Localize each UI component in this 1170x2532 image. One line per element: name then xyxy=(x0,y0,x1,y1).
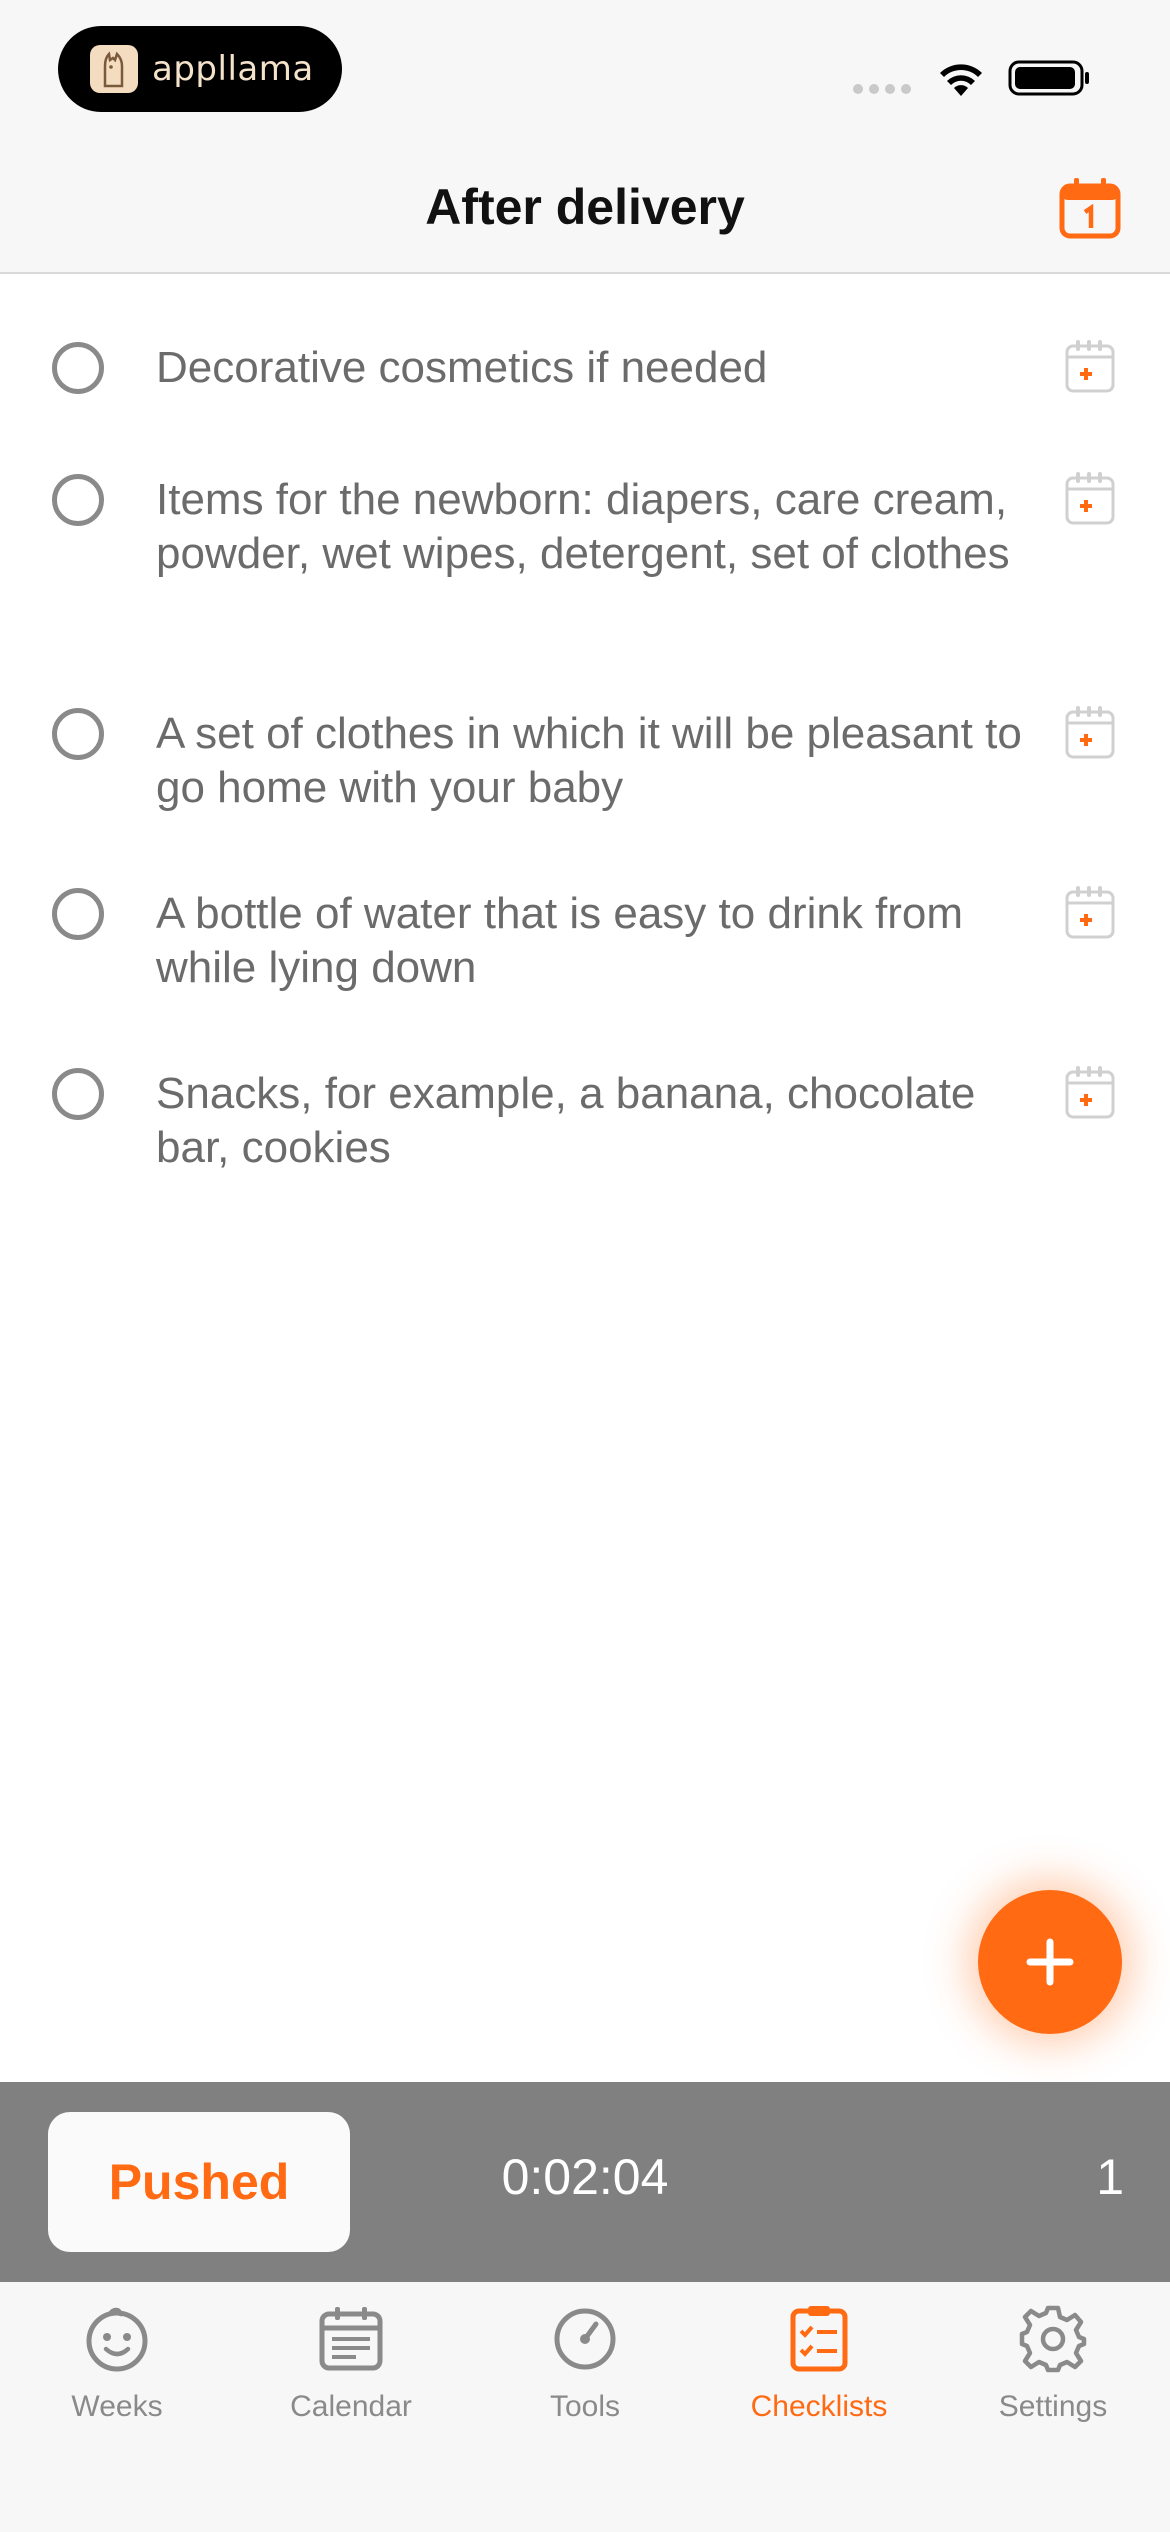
gear-icon xyxy=(1019,2305,1087,2373)
elapsed-timer: 0:02:04 xyxy=(501,2149,669,2205)
item-checkbox[interactable] xyxy=(52,708,104,760)
calendar-button[interactable] xyxy=(1058,176,1122,240)
calendar-plus-icon xyxy=(1065,472,1115,525)
item-checkbox[interactable] xyxy=(52,1068,104,1120)
tab-label: Tools xyxy=(549,2390,621,2423)
checklist-icon xyxy=(790,2306,848,2372)
add-item-button[interactable] xyxy=(978,1890,1122,2034)
calendar-plus-icon xyxy=(1065,1066,1115,1119)
tab-label: Settings xyxy=(998,2390,1108,2423)
calendar-plus-icon xyxy=(1065,340,1115,393)
cellular-signal-icon xyxy=(853,84,911,94)
add-to-calendar-button[interactable] xyxy=(1064,704,1116,760)
item-checkbox[interactable] xyxy=(52,888,104,940)
add-to-calendar-button[interactable] xyxy=(1064,1064,1116,1120)
item-text[interactable]: Snacks, for example, a banana, chocolate… xyxy=(156,1067,1026,1175)
item-text[interactable]: A set of clothes in which it will be ple… xyxy=(156,707,1026,815)
battery-icon xyxy=(1008,60,1089,96)
calendar-plus-icon xyxy=(1065,706,1115,759)
add-to-calendar-button[interactable] xyxy=(1064,884,1116,940)
calendar-icon xyxy=(319,2307,383,2371)
pushed-button[interactable]: Pushed xyxy=(48,2112,350,2252)
item-checkbox[interactable] xyxy=(52,474,104,526)
tab-label: Calendar xyxy=(290,2390,412,2423)
status-bar: appllama xyxy=(0,0,1170,140)
item-text[interactable]: Decorative cosmetics if needed xyxy=(156,341,1026,395)
page-title: After delivery xyxy=(425,179,745,235)
llama-logo-icon xyxy=(90,45,138,93)
tab-label: Weeks xyxy=(71,2390,163,2423)
tab-tools[interactable]: Tools xyxy=(468,2304,702,2434)
gauge-icon xyxy=(554,2308,616,2370)
plus-icon xyxy=(1026,1938,1074,1986)
tab-bar: Weeks Calendar Tools Checklists Settings xyxy=(0,2282,1170,2532)
add-to-calendar-button[interactable] xyxy=(1064,338,1116,394)
add-to-calendar-button[interactable] xyxy=(1064,470,1116,526)
tab-label: Checklists xyxy=(750,2390,888,2423)
brand-name: appllama xyxy=(152,49,314,89)
brand-badge: appllama xyxy=(58,26,342,112)
calendar-plus-icon xyxy=(1065,886,1115,939)
baby-face-icon xyxy=(86,2307,148,2372)
navigation-bar: After delivery xyxy=(0,140,1170,274)
item-text[interactable]: A bottle of water that is easy to drink … xyxy=(156,887,1026,995)
item-text[interactable]: Items for the newborn: diapers, care cre… xyxy=(156,473,1026,581)
push-count: 1 xyxy=(1096,2149,1124,2205)
calendar-day-icon xyxy=(1059,178,1121,239)
wifi-icon xyxy=(940,64,982,96)
contraction-timer-bar: Pushed 0:02:04 1 xyxy=(0,2082,1170,2282)
item-checkbox[interactable] xyxy=(52,342,104,394)
tab-settings[interactable]: Settings xyxy=(936,2304,1170,2434)
tab-calendar[interactable]: Calendar xyxy=(234,2304,468,2434)
tab-checklists[interactable]: Checklists xyxy=(702,2304,936,2434)
tab-weeks[interactable]: Weeks xyxy=(0,2304,234,2434)
